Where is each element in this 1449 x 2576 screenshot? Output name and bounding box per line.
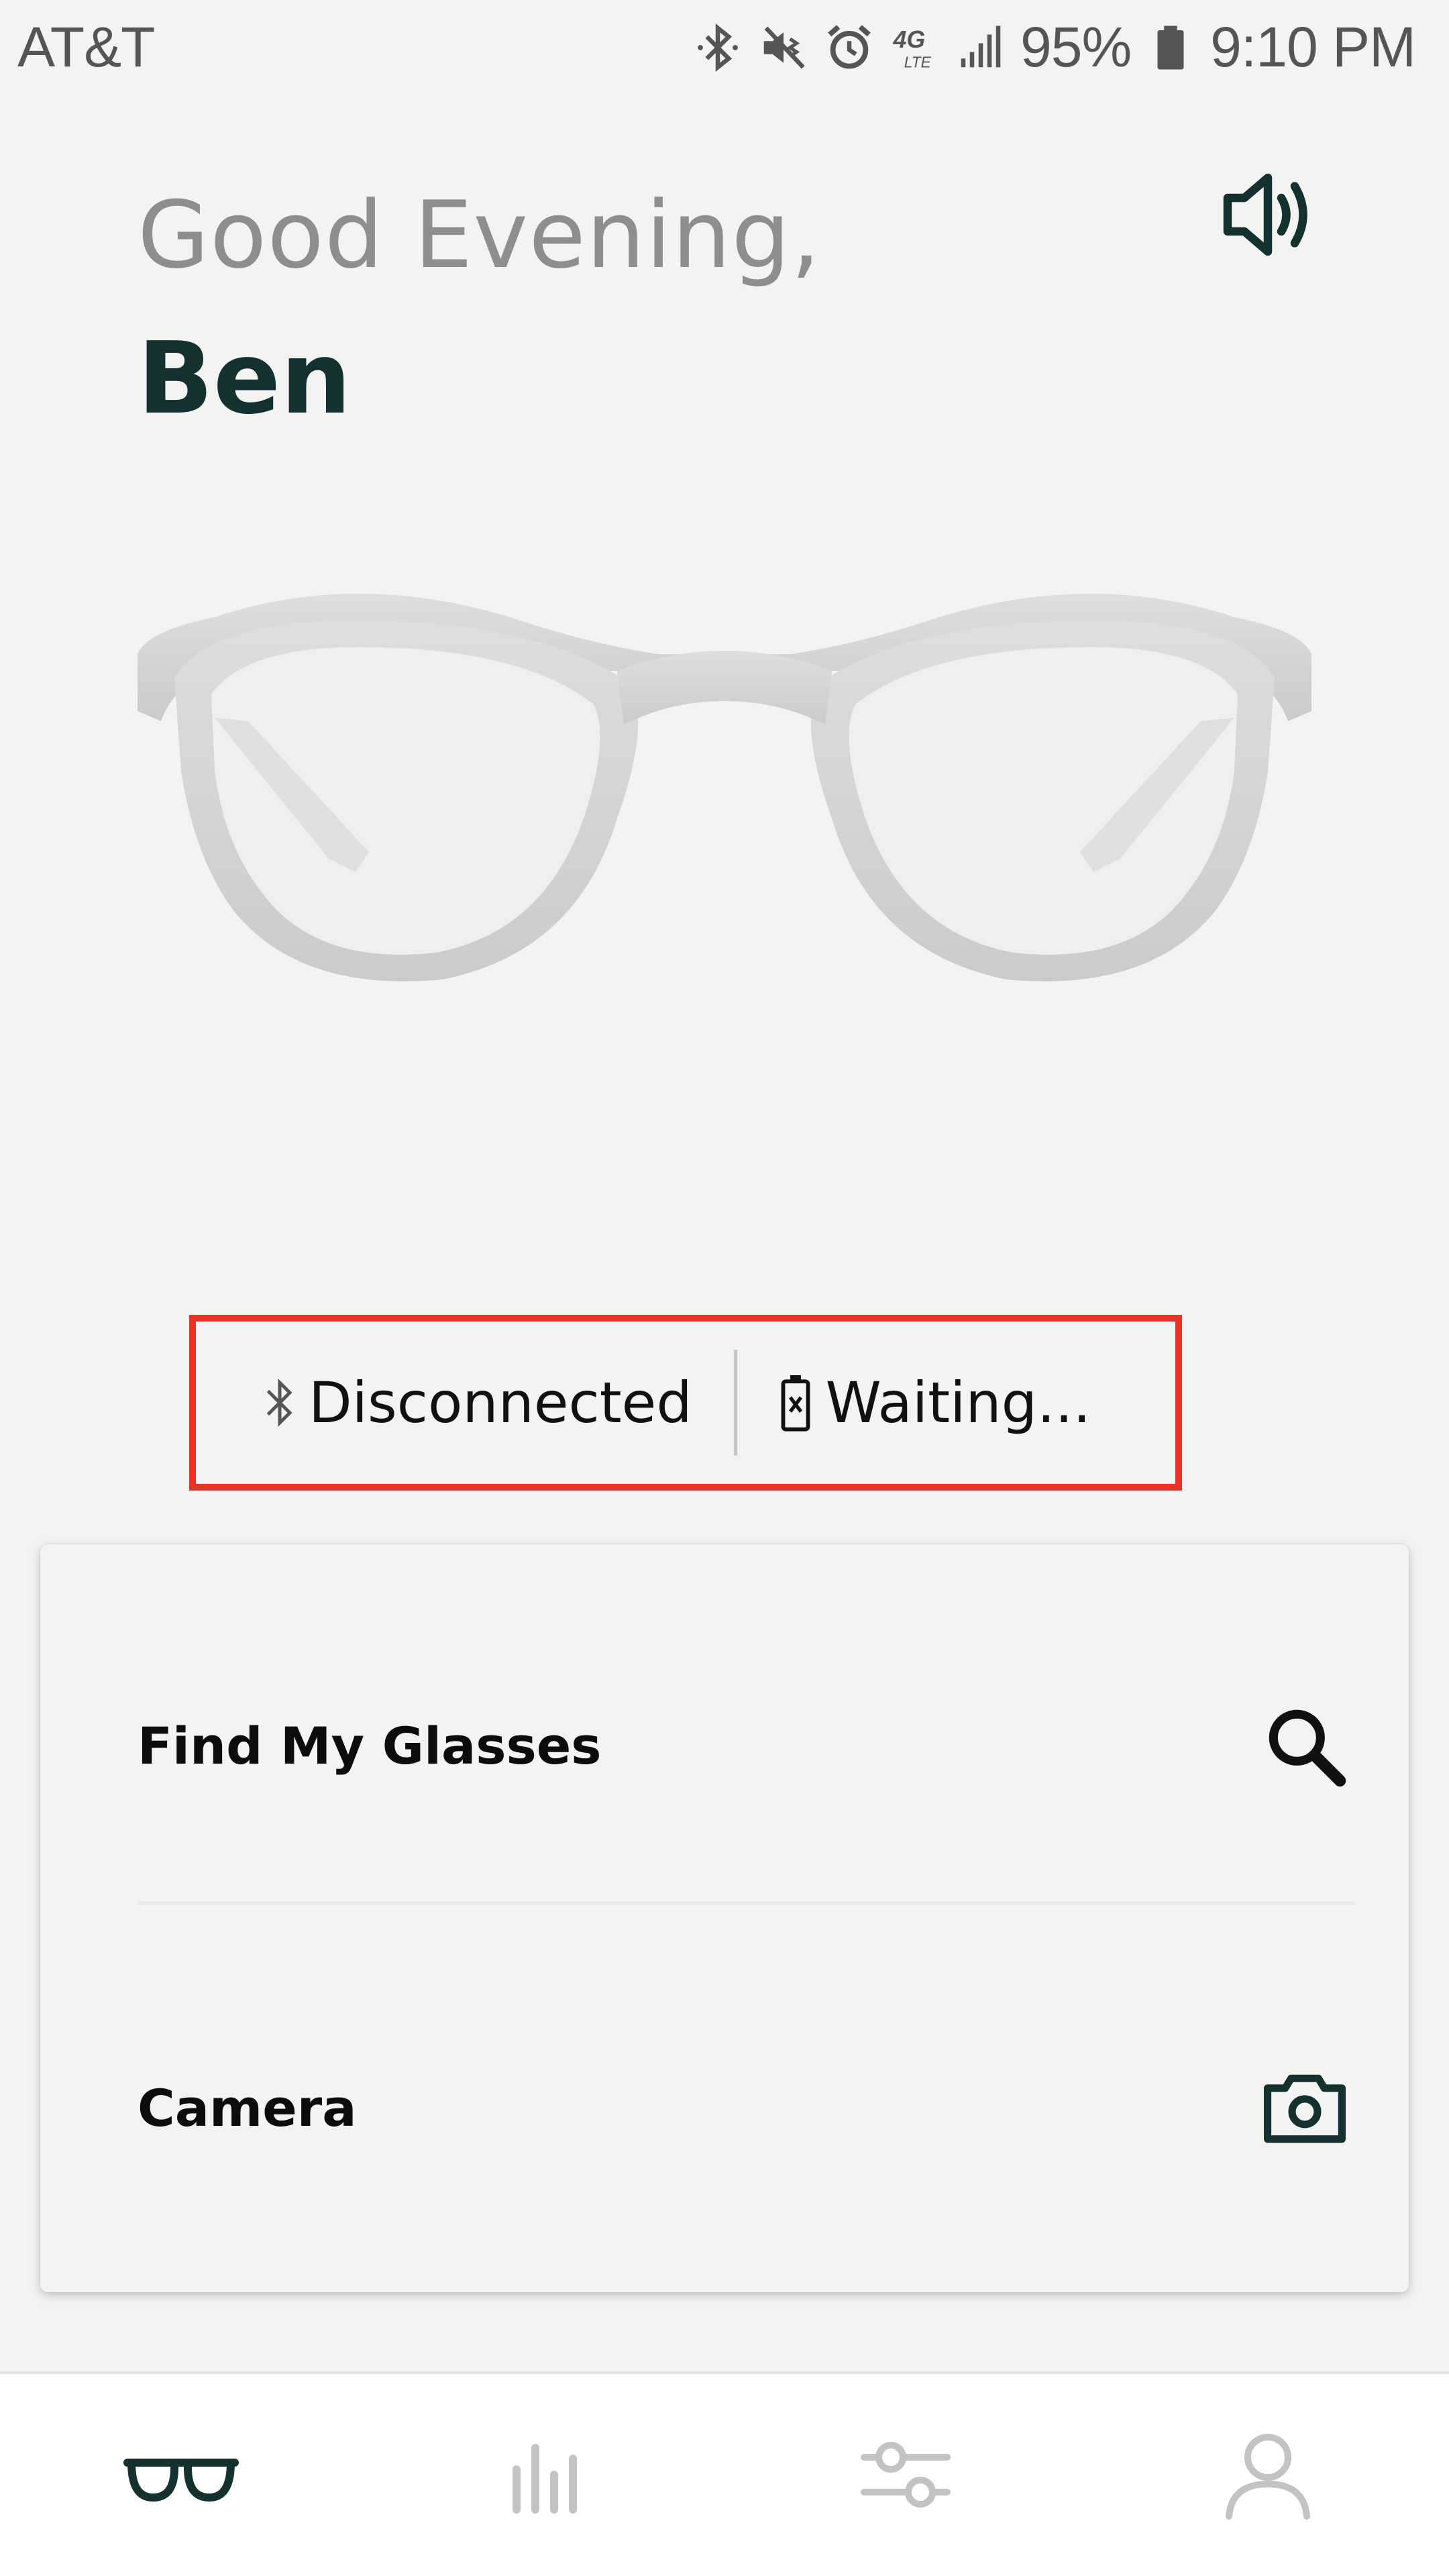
camera-label: Camera xyxy=(138,2078,357,2138)
status-icons: 4G LTE 95% 9:10 PM xyxy=(692,15,1416,80)
greeting-text: Good Evening, xyxy=(138,181,821,289)
battery-status: Waiting... xyxy=(777,1370,1091,1436)
lte-icon: 4G LTE xyxy=(889,21,941,74)
search-icon xyxy=(1258,1699,1352,1792)
svg-text:4G: 4G xyxy=(893,26,926,53)
bottom-navigation xyxy=(0,2371,1449,2576)
speaker-volume-icon[interactable] xyxy=(1221,171,1322,258)
glasses-icon[interactable] xyxy=(121,2428,241,2522)
bluetooth-icon xyxy=(692,21,744,74)
glasses-frame-illustration xyxy=(134,577,1315,993)
actions-card: Find My Glasses Camera xyxy=(40,1544,1409,2292)
svg-text:LTE: LTE xyxy=(904,53,932,70)
clock: 9:10 PM xyxy=(1210,15,1416,78)
battery-icon xyxy=(1144,21,1197,74)
alarm-icon xyxy=(823,21,875,74)
find-my-glasses-label: Find My Glasses xyxy=(138,1715,602,1776)
bluetooth-icon xyxy=(263,1376,297,1430)
carrier-label: AT&T xyxy=(17,15,155,78)
profile-icon[interactable] xyxy=(1208,2428,1328,2522)
battery-percent: 95% xyxy=(1020,15,1132,78)
camera-icon xyxy=(1258,2061,1352,2155)
bluetooth-status: Disconnected xyxy=(263,1370,692,1436)
user-name: Ben xyxy=(138,321,352,436)
status-divider xyxy=(733,1350,737,1456)
status-bar: AT&T 4G LTE 95% 9:10 PM xyxy=(0,0,1449,101)
sliders-icon[interactable] xyxy=(845,2428,966,2522)
camera-row[interactable]: Camera xyxy=(138,2041,1352,2175)
device-status-panel: Disconnected Waiting... xyxy=(189,1315,1182,1491)
bluetooth-status-text: Disconnected xyxy=(309,1370,692,1436)
vibrate-mute-icon xyxy=(757,21,810,74)
battery-status-text: Waiting... xyxy=(825,1370,1091,1436)
row-divider xyxy=(138,1901,1355,1905)
bar-chart-icon[interactable] xyxy=(483,2428,604,2522)
find-my-glasses-row[interactable]: Find My Glasses xyxy=(138,1678,1352,1813)
signal-icon xyxy=(955,21,1007,74)
battery-unknown-icon xyxy=(777,1373,814,1433)
